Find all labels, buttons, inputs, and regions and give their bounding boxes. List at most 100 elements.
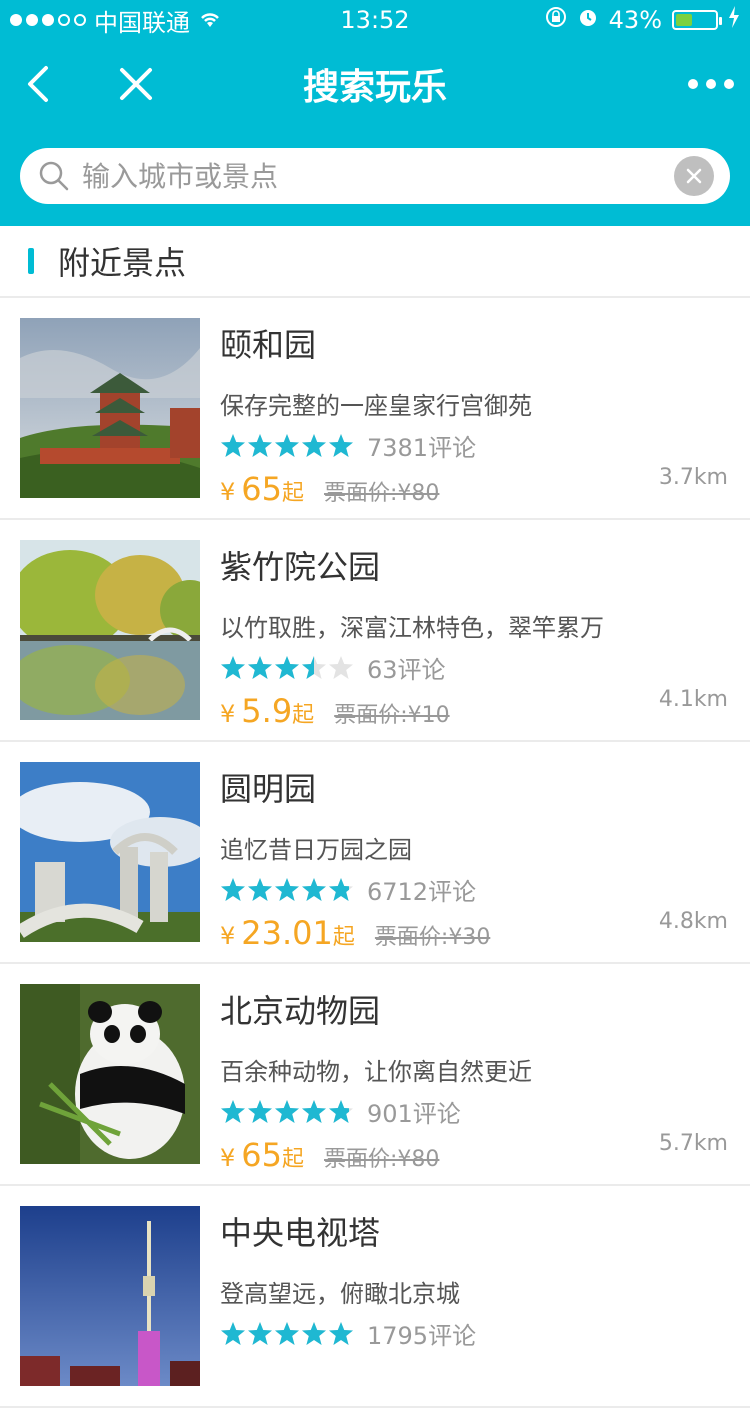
- price: ¥65 起票面价:¥80: [220, 470, 439, 508]
- clear-search-button[interactable]: [674, 156, 714, 196]
- star-rating: [220, 877, 355, 903]
- attraction-thumbnail: [20, 1206, 200, 1386]
- star-icon: [301, 877, 328, 903]
- clear-icon: [686, 168, 702, 184]
- attraction-item[interactable]: 颐和园保存完整的一座皇家行宫御苑 7381评论 ¥65 起票面价:¥80 3.7km: [0, 298, 750, 520]
- section-title: 附近景点: [58, 244, 187, 282]
- battery-icon: [672, 10, 722, 30]
- close-button[interactable]: [104, 52, 168, 116]
- attraction-name: 紫竹院公园: [220, 548, 381, 586]
- status-left: 中国联通: [10, 3, 222, 38]
- rating: 63评论: [220, 650, 446, 685]
- review-count: 6712评论: [367, 878, 477, 906]
- price-amount: 5.9: [241, 692, 293, 730]
- status-right: 43%: [545, 6, 740, 34]
- attraction-item[interactable]: 北京动物园 百余种动物，让你离自然更近 901评论 ¥65 起票面价:¥80 5.7km: [0, 964, 750, 1186]
- more-dot-icon: [688, 79, 698, 89]
- star-icon: [328, 433, 355, 459]
- wifi-icon: [198, 6, 222, 34]
- attraction-name: 颐和园: [220, 326, 317, 364]
- price-amount: 65: [241, 470, 282, 508]
- more-dot-icon: [724, 79, 734, 89]
- status-bar: 中国联通 13:52 43%: [0, 0, 750, 40]
- price-suffix: 起: [282, 481, 305, 506]
- original-price: 票面价:¥80: [324, 481, 440, 506]
- currency-symbol: ¥: [220, 922, 236, 950]
- star-icon: [301, 1099, 328, 1125]
- close-icon: [120, 68, 152, 100]
- attraction-thumbnail: [20, 762, 200, 942]
- attraction-thumbnail: [20, 318, 200, 498]
- price-amount: 65: [241, 1136, 282, 1174]
- price: ¥23.01 起票面价:¥30: [220, 914, 490, 952]
- attraction-info: 圆明园 追忆昔日万园之园 6712评论 ¥23.01 起票面价:¥30 4.8km: [220, 742, 750, 962]
- attraction-info: 颐和园保存完整的一座皇家行宫御苑 7381评论 ¥65 起票面价:¥80 3.7km: [220, 298, 750, 518]
- distance: 4.1km: [658, 687, 728, 712]
- original-price: 票面价:¥10: [334, 703, 450, 728]
- currency-symbol: ¥: [220, 478, 236, 506]
- back-button[interactable]: [6, 52, 70, 116]
- section-header: 附近景点: [0, 226, 750, 298]
- carrier-label: 中国联通: [94, 8, 190, 37]
- attraction-description: 登高望远，俯瞰北京城: [220, 1280, 460, 1308]
- star-rating: [220, 655, 355, 681]
- star-icon: [247, 433, 274, 459]
- nav-bar: 搜索玩乐: [0, 40, 750, 128]
- star-icon: [328, 877, 355, 903]
- review-count: 63评论: [367, 656, 446, 684]
- review-count: 7381评论: [367, 434, 477, 462]
- price: ¥65 起票面价:¥80: [220, 1136, 439, 1174]
- attraction-thumbnail: [20, 540, 200, 720]
- search-icon: [36, 158, 72, 194]
- price-suffix: 起: [332, 925, 355, 950]
- star-icon: [274, 1099, 301, 1125]
- attraction-item[interactable]: 中央电视塔 登高望远，俯瞰北京城 1795评论: [0, 1186, 750, 1408]
- price: ¥5.9 起票面价:¥10: [220, 692, 450, 730]
- star-icon: [220, 433, 247, 459]
- attraction-name: 圆明园: [220, 770, 317, 808]
- attraction-info: 中央电视塔 登高望远，俯瞰北京城 1795评论: [220, 1186, 750, 1406]
- charging-icon: [728, 6, 740, 34]
- star-icon: [220, 877, 247, 903]
- battery-percent: 43%: [608, 6, 662, 34]
- original-price: 票面价:¥30: [374, 925, 491, 950]
- attraction-item[interactable]: 紫竹院公园以竹取胜，深富江林特色，翠竿累万 63评论 ¥5.9 起票面价:¥10 4.1…: [0, 520, 750, 742]
- attraction-list: 颐和园 保存完整的一座皇家行宫御苑 7381评论 ¥65 起票面价:¥80 3.7km 紫…: [0, 298, 750, 1408]
- rating: 901评论: [220, 1094, 461, 1129]
- signal-icon: [10, 14, 86, 26]
- header: 中国联通 13:52 43% 搜索玩乐: [0, 0, 750, 226]
- section-accent-bar: [28, 248, 34, 274]
- star-rating: [220, 1099, 355, 1125]
- star-icon: [301, 433, 328, 459]
- search-input[interactable]: [72, 158, 674, 194]
- star-icon: [220, 655, 247, 681]
- attraction-item[interactable]: 圆明园 追忆昔日万园之园 6712评论 ¥23.01 起票面价:¥30 4.8km: [0, 742, 750, 964]
- back-arrow-icon: [28, 66, 48, 102]
- price-amount: 23.01: [241, 914, 333, 952]
- rating: 7381评论: [220, 428, 476, 463]
- star-rating: [220, 433, 355, 459]
- attraction-description: 保存完整的一座皇家行宫御苑: [220, 392, 532, 420]
- star-icon: [247, 655, 274, 681]
- attraction-info: 紫竹院公园以竹取胜，深富江林特色，翠竿累万 63评论 ¥5.9 起票面价:¥10 4.1…: [220, 520, 750, 740]
- distance: 5.7km: [658, 1131, 728, 1156]
- distance: 4.8km: [658, 909, 728, 934]
- star-icon: [274, 877, 301, 903]
- alarm-icon: [577, 6, 599, 34]
- star-icon: [301, 655, 328, 681]
- star-icon: [247, 1099, 274, 1125]
- star-icon: [274, 433, 301, 459]
- star-icon: [328, 655, 355, 681]
- search-bar: [20, 148, 730, 204]
- price-suffix: 起: [292, 703, 315, 728]
- currency-symbol: ¥: [220, 1144, 236, 1172]
- attraction-description: 以竹取胜，深富江林特色，翠竿累万: [220, 614, 604, 642]
- distance: 3.7km: [658, 465, 728, 490]
- original-price: 票面价:¥80: [324, 1147, 440, 1172]
- attraction-name: 中央电视塔: [220, 1214, 381, 1252]
- currency-symbol: ¥: [220, 700, 236, 728]
- star-icon: [220, 1099, 247, 1125]
- attraction-name: 北京动物园: [220, 992, 381, 1030]
- more-button[interactable]: [688, 79, 734, 89]
- price-suffix: 起: [282, 1147, 305, 1172]
